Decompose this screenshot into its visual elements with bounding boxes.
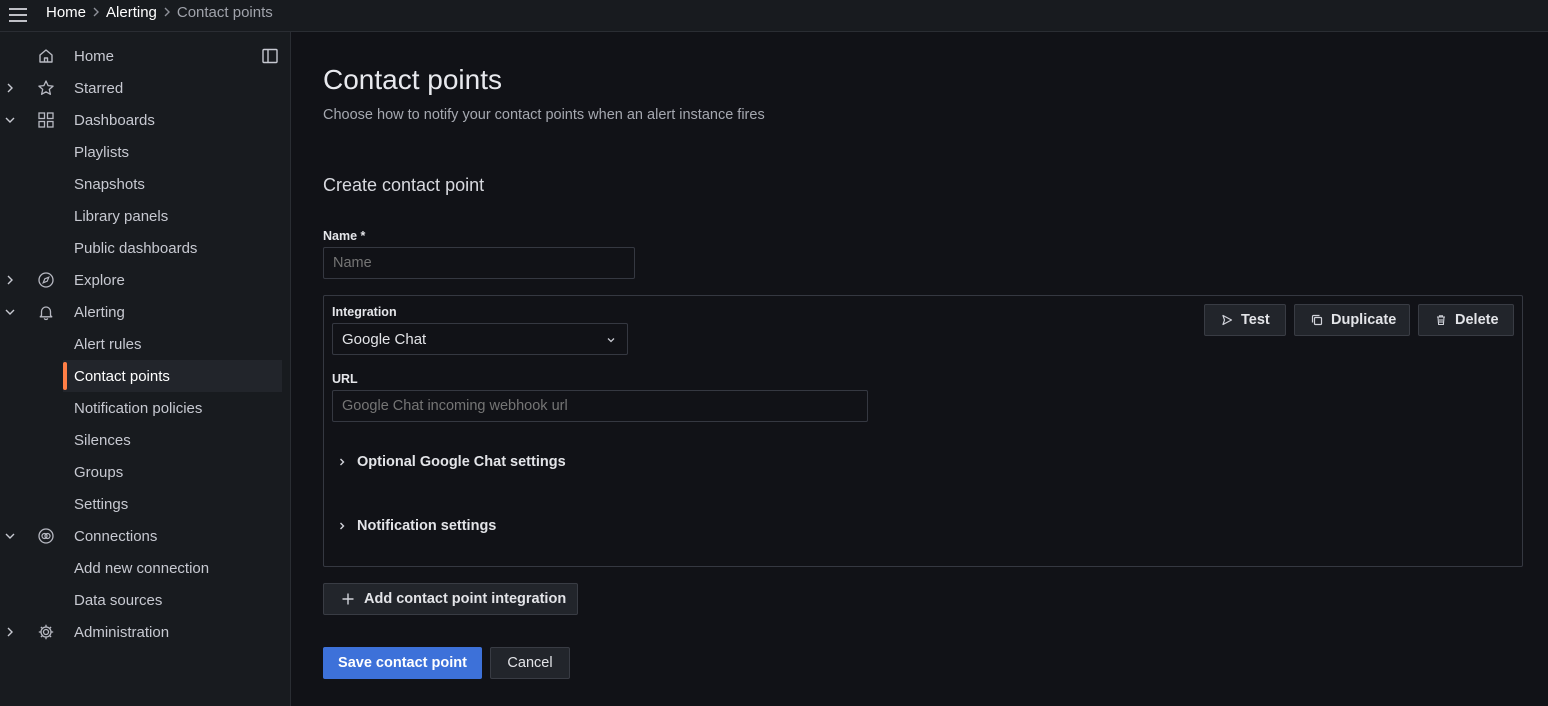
- chevron-down-icon: [605, 334, 617, 346]
- sidebar-item-label: Silences: [74, 431, 131, 449]
- sidebar-item-label: Snapshots: [74, 175, 145, 193]
- breadcrumb-alerting[interactable]: Alerting: [106, 4, 157, 21]
- page-subtitle: Choose how to notify your contact points…: [323, 107, 765, 123]
- integration-select[interactable]: Google Chat: [332, 323, 628, 355]
- compass-icon: [37, 271, 55, 289]
- cancel-button-label: Cancel: [507, 655, 553, 671]
- sidebar-item-contact-points[interactable]: Contact points: [63, 360, 282, 392]
- plus-icon: [341, 592, 355, 606]
- sidebar-item-groups[interactable]: Groups: [0, 456, 282, 488]
- send-icon: [1220, 313, 1234, 327]
- sidebar: Home Starred Dashboards Playlists Snapsh…: [0, 32, 291, 706]
- sidebar-item-label: Alerting: [74, 303, 125, 321]
- main-content: Contact points Choose how to notify your…: [291, 32, 1548, 706]
- delete-button[interactable]: Delete: [1418, 304, 1514, 336]
- duplicate-button[interactable]: Duplicate: [1294, 304, 1410, 336]
- page-title: Contact points: [323, 64, 502, 95]
- integration-box: Integration Google Chat URL Optional Goo…: [323, 295, 1523, 567]
- sidebar-item-label: Contact points: [74, 367, 170, 385]
- sidebar-item-label: Playlists: [74, 143, 130, 161]
- sidebar-item-label: Public dashboards: [74, 239, 198, 257]
- sidebar-item-label: Administration: [74, 623, 170, 641]
- connections-icon: [37, 527, 55, 545]
- copy-icon: [1310, 313, 1324, 327]
- star-icon: [37, 79, 55, 97]
- sidebar-item-label: Groups: [74, 463, 124, 481]
- sidebar-item-label: Dashboards: [74, 111, 155, 129]
- chevron-right-icon[interactable]: [4, 82, 16, 94]
- sidebar-item-settings[interactable]: Settings: [0, 488, 282, 520]
- home-icon: [37, 47, 55, 65]
- chevron-right-icon[interactable]: [4, 274, 16, 286]
- sidebar-item-label: Home: [74, 47, 115, 65]
- sidebar-item-playlists[interactable]: Playlists: [0, 136, 282, 168]
- test-button[interactable]: Test: [1204, 304, 1286, 336]
- sidebar-item-library-panels[interactable]: Library panels: [0, 200, 282, 232]
- breadcrumb-home[interactable]: Home: [46, 4, 86, 21]
- sidebar-item-home[interactable]: Home: [0, 40, 282, 72]
- add-integration-button[interactable]: Add contact point integration: [323, 583, 578, 615]
- apps-icon: [37, 111, 55, 129]
- sidebar-item-dashboards[interactable]: Dashboards: [0, 104, 282, 136]
- name-input[interactable]: [323, 247, 635, 279]
- save-contact-point-button[interactable]: Save contact point: [323, 647, 482, 679]
- duplicate-button-label: Duplicate: [1331, 312, 1397, 328]
- integration-value: Google Chat: [342, 330, 427, 348]
- sidebar-item-snapshots[interactable]: Snapshots: [0, 168, 282, 200]
- sidebar-item-administration[interactable]: Administration: [0, 616, 282, 648]
- save-button-label: Save contact point: [338, 655, 467, 671]
- sidebar-item-data-sources[interactable]: Data sources: [0, 584, 282, 616]
- trash-icon: [1434, 313, 1448, 327]
- sidebar-item-explore[interactable]: Explore: [0, 264, 282, 296]
- sidebar-item-label: Starred: [74, 79, 124, 97]
- cancel-button[interactable]: Cancel: [490, 647, 570, 679]
- url-label: URL: [332, 372, 358, 386]
- delete-button-label: Delete: [1455, 312, 1499, 328]
- sidebar-item-connections[interactable]: Connections: [0, 520, 282, 552]
- chevron-right-icon[interactable]: [4, 626, 16, 638]
- sidebar-item-label: Library panels: [74, 207, 169, 225]
- chevron-down-icon[interactable]: [4, 114, 16, 126]
- add-integration-label: Add contact point integration: [364, 591, 567, 607]
- sidebar-item-label: Explore: [74, 271, 125, 289]
- sidebar-item-alert-rules[interactable]: Alert rules: [0, 328, 282, 360]
- chevron-down-icon[interactable]: [4, 530, 16, 542]
- chevron-right-icon: [86, 6, 106, 18]
- sidebar-item-alerting[interactable]: Alerting: [0, 296, 282, 328]
- sidebar-item-label: Alert rules: [74, 335, 142, 353]
- top-bar: Home Alerting Contact points: [0, 0, 1548, 32]
- sidebar-item-public-dashboards[interactable]: Public dashboards: [0, 232, 282, 264]
- menu-icon[interactable]: [8, 5, 28, 25]
- url-input[interactable]: [332, 390, 868, 422]
- cog-icon: [37, 623, 55, 641]
- chevron-right-icon: [157, 6, 177, 18]
- integration-label: Integration: [332, 305, 397, 319]
- notification-settings-label: Notification settings: [357, 518, 497, 534]
- sidebar-item-label: Notification policies: [74, 399, 203, 417]
- section-title: Create contact point: [323, 175, 485, 195]
- optional-settings-label: Optional Google Chat settings: [357, 454, 566, 470]
- chevron-down-icon[interactable]: [4, 306, 16, 318]
- sidebar-item-silences[interactable]: Silences: [0, 424, 282, 456]
- sidebar-item-label: Connections: [74, 527, 158, 545]
- test-button-label: Test: [1241, 312, 1270, 328]
- name-label: Name *: [323, 229, 366, 243]
- sidebar-item-add-new-connection[interactable]: Add new connection: [0, 552, 282, 584]
- sidebar-item-starred[interactable]: Starred: [0, 72, 282, 104]
- sidebar-item-notification-policies[interactable]: Notification policies: [0, 392, 282, 424]
- notification-settings-toggle[interactable]: Notification settings: [336, 516, 496, 536]
- sidebar-item-label: Add new connection: [74, 559, 210, 577]
- sidebar-item-label: Data sources: [74, 591, 163, 609]
- sidebar-item-label: Settings: [74, 495, 129, 513]
- chevron-right-icon: [336, 520, 348, 532]
- breadcrumb-contact-points: Contact points: [176, 3, 273, 21]
- bell-icon: [37, 303, 55, 321]
- chevron-right-icon: [336, 456, 348, 468]
- optional-settings-toggle[interactable]: Optional Google Chat settings: [336, 452, 566, 472]
- breadcrumb: Home Alerting Contact points: [46, 0, 273, 24]
